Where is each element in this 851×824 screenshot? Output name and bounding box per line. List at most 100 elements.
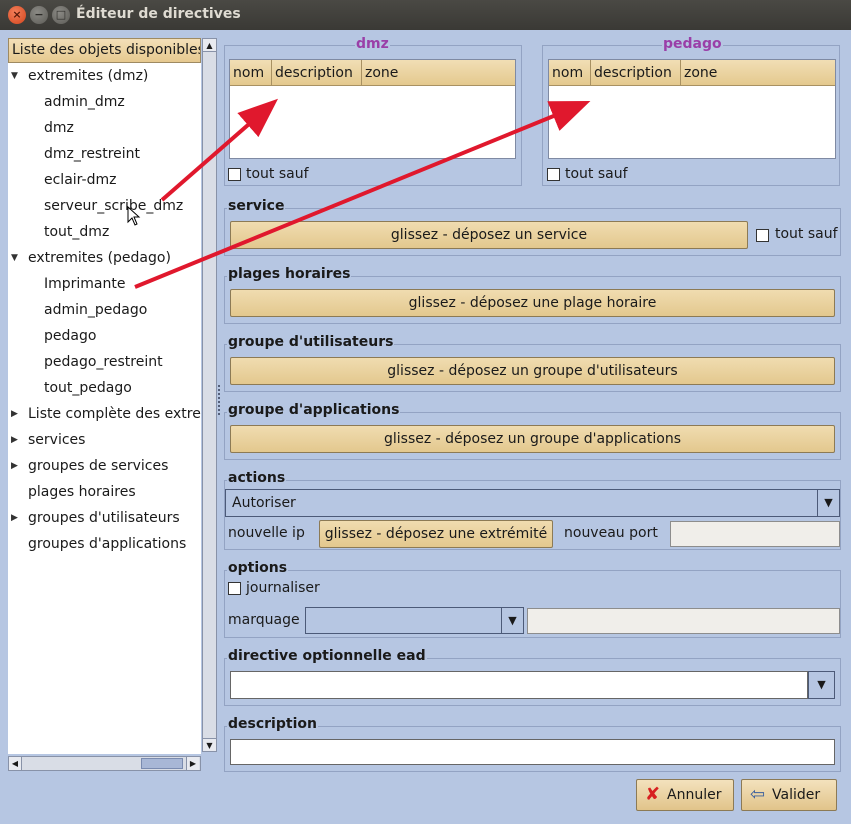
nouveau-port-input[interactable]	[670, 521, 840, 547]
source-tout-sauf-label: tout sauf	[246, 166, 309, 182]
nouvelle-ip-label: nouvelle ip	[228, 525, 305, 541]
action-selected-value: Autoriser	[232, 495, 296, 511]
journaliser-checkbox[interactable]	[228, 582, 241, 595]
source-title: dmz	[355, 36, 390, 52]
plages-label: plages horaires	[227, 266, 352, 282]
options-label: options	[227, 560, 289, 576]
column-nom[interactable]: nom	[230, 60, 272, 86]
description-input[interactable]	[230, 739, 835, 765]
tree-group-groupes-applications[interactable]: groupes d'applications	[28, 534, 186, 554]
validate-arrow-icon: ⇦	[750, 784, 766, 805]
tree-group-plages-horaires[interactable]: plages horaires	[28, 482, 136, 502]
tree-group-liste-complete[interactable]: ▶ Liste complète des extremites	[8, 404, 201, 424]
tree-group-groupes-utilisateurs[interactable]: ▶ groupes d'utilisateurs	[8, 508, 201, 528]
expanded-triangle-icon[interactable]: ▼	[11, 248, 18, 268]
maximize-icon[interactable]: □	[52, 6, 70, 24]
marquage-label: marquage	[228, 612, 300, 628]
table-header: nom description zone	[230, 60, 515, 86]
annuler-button[interactable]: ✘ Annuler	[636, 779, 734, 811]
destination-tout-sauf-label: tout sauf	[565, 166, 628, 182]
utilisateurs-label: groupe d'utilisateurs	[227, 334, 395, 350]
column-description[interactable]: description	[591, 60, 681, 86]
tree-horizontal-scrollbar[interactable]: ◀ ▶	[8, 756, 201, 771]
tree-item[interactable]: tout_dmz	[44, 222, 109, 242]
description-label: description	[227, 716, 318, 732]
applications-label: groupe d'applications	[227, 402, 401, 418]
tree-group-label: extremites (dmz)	[28, 68, 149, 84]
chevron-down-icon[interactable]: ▼	[809, 672, 834, 698]
tree-group-extremites-dmz[interactable]: ▼ extremites (dmz)	[8, 66, 201, 86]
tree-item[interactable]: pedago_restreint	[44, 352, 163, 372]
actions-label: actions	[227, 470, 287, 486]
pane-splitter[interactable]	[218, 385, 222, 415]
collapsed-triangle-icon[interactable]: ▶	[11, 508, 18, 528]
chevron-down-icon[interactable]: ▼	[501, 608, 523, 633]
directive-editor-window: × − □ Éditeur de directives Liste des ob…	[0, 0, 851, 824]
column-description[interactable]: description	[272, 60, 362, 86]
expanded-triangle-icon[interactable]: ▼	[11, 66, 18, 86]
scroll-thumb[interactable]	[141, 758, 183, 769]
directive-ead-label: directive optionnelle ead	[227, 648, 427, 664]
cancel-x-icon: ✘	[645, 784, 661, 805]
column-zone[interactable]: zone	[362, 60, 514, 86]
tree-group-label: groupes d'utilisateurs	[28, 510, 180, 526]
close-icon[interactable]: ×	[8, 6, 26, 24]
tree-group-label: extremites (pedago)	[28, 250, 171, 266]
column-nom[interactable]: nom	[549, 60, 591, 86]
scroll-right-icon[interactable]: ▶	[186, 757, 199, 770]
marquage-input[interactable]	[527, 608, 840, 634]
destination-title: pedago	[662, 36, 723, 52]
tree-item[interactable]: Imprimante	[44, 274, 126, 294]
tree-vertical-scrollbar[interactable]: ▲ ▼	[202, 38, 217, 752]
tree-group-groupes-services[interactable]: ▶ groupes de services	[8, 456, 201, 476]
destination-tout-sauf-checkbox[interactable]	[547, 168, 560, 181]
valider-label: Valider	[772, 787, 821, 803]
directive-ead-dropdown[interactable]: ▼	[808, 671, 835, 699]
tree-group-label: services	[28, 432, 86, 448]
annuler-label: Annuler	[667, 787, 722, 803]
marquage-select[interactable]: ▼	[305, 607, 524, 634]
applications-drop-zone[interactable]: glissez - déposez un groupe d'applicatio…	[230, 425, 835, 453]
service-drop-zone[interactable]: glissez - déposez un service	[230, 221, 748, 249]
destination-table[interactable]: nom description zone	[548, 59, 836, 159]
nouveau-port-label: nouveau port	[564, 525, 658, 541]
tree-header[interactable]: Liste des objets disponibles	[8, 38, 201, 63]
table-header: nom description zone	[549, 60, 835, 86]
collapsed-triangle-icon[interactable]: ▶	[11, 430, 18, 450]
collapsed-triangle-icon[interactable]: ▶	[11, 456, 18, 476]
service-label: service	[227, 198, 286, 214]
chevron-down-icon[interactable]: ▼	[817, 490, 839, 516]
tree-item[interactable]: eclair-dmz	[44, 170, 116, 190]
tree-item[interactable]: serveur_scribe_dmz	[44, 196, 183, 216]
service-tout-sauf-checkbox[interactable]	[756, 229, 769, 242]
service-tout-sauf-label: tout sauf	[775, 226, 838, 242]
tree-group-label: groupes de services	[28, 458, 169, 474]
tree-group-label: Liste complète des extremites	[28, 406, 201, 422]
source-table[interactable]: nom description zone	[229, 59, 516, 159]
minimize-icon[interactable]: −	[30, 6, 48, 24]
tree-group-extremites-pedago[interactable]: ▼ extremites (pedago)	[8, 248, 201, 268]
valider-button[interactable]: ⇦ Valider	[741, 779, 837, 811]
mouse-cursor-icon	[127, 206, 141, 226]
action-select[interactable]: Autoriser ▼	[225, 489, 840, 517]
tree-item[interactable]: admin_pedago	[44, 300, 147, 320]
tree-item[interactable]: tout_pedago	[44, 378, 132, 398]
tree-group-services[interactable]: ▶ services	[8, 430, 201, 450]
object-tree[interactable]: Liste des objets disponibles ▼ extremite…	[8, 38, 201, 754]
scroll-up-icon[interactable]: ▲	[203, 39, 216, 52]
plage-drop-zone[interactable]: glissez - déposez une plage horaire	[230, 289, 835, 317]
scroll-down-icon[interactable]: ▼	[203, 738, 216, 751]
scroll-left-icon[interactable]: ◀	[9, 757, 22, 770]
title-bar: × − □ Éditeur de directives	[0, 0, 851, 30]
utilisateurs-drop-zone[interactable]: glissez - déposez un groupe d'utilisateu…	[230, 357, 835, 385]
tree-item[interactable]: dmz	[44, 118, 74, 138]
tree-item[interactable]: pedago	[44, 326, 96, 346]
tree-item[interactable]: dmz_restreint	[44, 144, 140, 164]
extremite-drop-zone[interactable]: glissez - déposez une extrémité	[319, 520, 553, 548]
source-tout-sauf-checkbox[interactable]	[228, 168, 241, 181]
journaliser-label: journaliser	[246, 580, 320, 596]
tree-item[interactable]: admin_dmz	[44, 92, 125, 112]
directive-ead-input[interactable]	[230, 671, 808, 699]
column-zone[interactable]: zone	[681, 60, 835, 86]
collapsed-triangle-icon[interactable]: ▶	[11, 404, 18, 424]
